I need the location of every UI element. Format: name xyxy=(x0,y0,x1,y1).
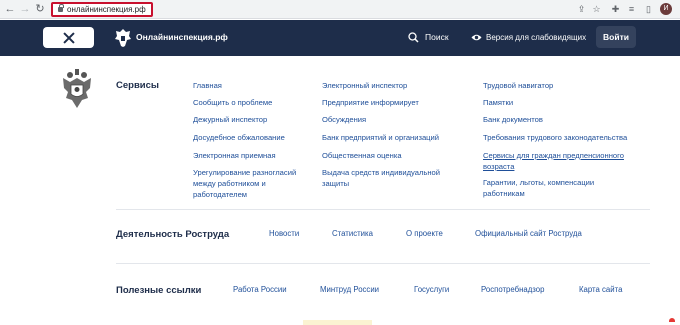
service-link-e-inspector[interactable]: Электронный инспектор xyxy=(322,80,472,91)
activity-link-statistics[interactable]: Статистика xyxy=(332,229,373,238)
eye-icon xyxy=(471,34,482,40)
media-icon[interactable]: ≡ xyxy=(626,4,637,15)
service-link-ppe-issue[interactable]: Выдача средств индивидуальной защиты xyxy=(322,167,457,189)
activity-link-official-site[interactable]: Официальный сайт Роструда xyxy=(475,229,582,238)
coat-of-arms-icon[interactable] xyxy=(114,28,132,48)
sidebar-icon[interactable]: ▯ xyxy=(643,4,654,15)
service-link-duty-inspector[interactable]: Дежурный инспектор xyxy=(193,114,313,125)
site-header: Онлайнинспекция.рф Поиск Версия для слаб… xyxy=(0,20,680,56)
service-link-report-problem[interactable]: Сообщить о проблеме xyxy=(193,97,313,108)
service-link-public-rating[interactable]: Общественная оценка xyxy=(322,150,472,161)
accessibility-button[interactable]: Версия для слабовидящих xyxy=(471,30,586,44)
useful-link-mintrud[interactable]: Минтруд России xyxy=(320,285,379,294)
browser-toolbar: ← → ↻ онлайнинспекция.рф ⇪ ☆ ✚ ≡ ▯ И xyxy=(0,0,680,19)
arrow-right-icon[interactable]: → xyxy=(19,3,31,15)
extensions-icon[interactable]: ✚ xyxy=(610,4,621,15)
site-name[interactable]: Онлайнинспекция.рф xyxy=(136,32,228,42)
activity-link-about[interactable]: О проекте xyxy=(406,229,443,238)
section-divider xyxy=(116,209,650,210)
useful-link-rospotrebnadzor[interactable]: Роспотребнадзор xyxy=(481,285,544,294)
share-icon[interactable]: ⇪ xyxy=(576,4,587,15)
useful-link-sitemap[interactable]: Карта сайта xyxy=(579,285,622,294)
arrow-left-icon[interactable]: ← xyxy=(4,3,16,15)
lock-icon xyxy=(58,4,64,12)
useful-links-title: Полезные ссылки xyxy=(116,285,202,296)
activity-link-news[interactable]: Новости xyxy=(269,229,299,238)
activity-title: Деятельность Роструда xyxy=(116,229,230,240)
service-link-pre-retirement[interactable]: Сервисы для граждан предпенсионного возр… xyxy=(483,150,645,172)
service-link-enterprise-bank[interactable]: Банк предприятий и организаций xyxy=(322,132,472,143)
services-title: Сервисы xyxy=(116,80,160,91)
avatar[interactable]: И xyxy=(660,3,672,15)
service-link-document-bank[interactable]: Банк документов xyxy=(483,114,648,125)
service-link-labor-navigator[interactable]: Трудовой навигатор xyxy=(483,80,648,91)
url-text: онлайнинспекция.рф xyxy=(67,5,146,14)
service-link-main[interactable]: Главная xyxy=(193,80,313,91)
service-link-e-reception[interactable]: Электронная приемная xyxy=(193,150,313,161)
service-link-discussions[interactable]: Обсуждения xyxy=(322,114,472,125)
service-link-labor-law-requirements[interactable]: Требования трудового законодательства xyxy=(483,132,653,143)
login-button[interactable]: Войти xyxy=(596,26,636,48)
service-link-guarantees[interactable]: Гарантии, льготы, компенсации работникам xyxy=(483,177,613,199)
service-link-enterprise-informs[interactable]: Предприятие информирует xyxy=(322,97,472,108)
useful-link-gosuslugi[interactable]: Госуслуги xyxy=(414,285,449,294)
chat-widget-button[interactable] xyxy=(669,318,675,322)
useful-link-work-russia[interactable]: Работа России xyxy=(233,285,287,294)
section-divider xyxy=(116,263,650,264)
service-link-pretrial-appeal[interactable]: Досудебное обжалование xyxy=(193,132,313,143)
reload-icon[interactable]: ↻ xyxy=(34,3,46,15)
star-icon[interactable]: ☆ xyxy=(591,4,602,15)
address-bar[interactable]: онлайнинспекция.рф xyxy=(51,2,153,17)
search-label: Поиск xyxy=(425,32,449,42)
service-link-memos[interactable]: Памятки xyxy=(483,97,648,108)
accessibility-label: Версия для слабовидящих xyxy=(486,32,587,42)
search-button[interactable]: Поиск xyxy=(408,30,449,44)
close-menu-button[interactable] xyxy=(43,27,94,48)
service-link-dispute-resolution[interactable]: Урегулирование разногласий между работни… xyxy=(193,167,311,200)
cookie-banner-edge xyxy=(303,320,372,325)
coat-of-arms-icon xyxy=(63,69,91,108)
search-icon xyxy=(408,31,419,43)
